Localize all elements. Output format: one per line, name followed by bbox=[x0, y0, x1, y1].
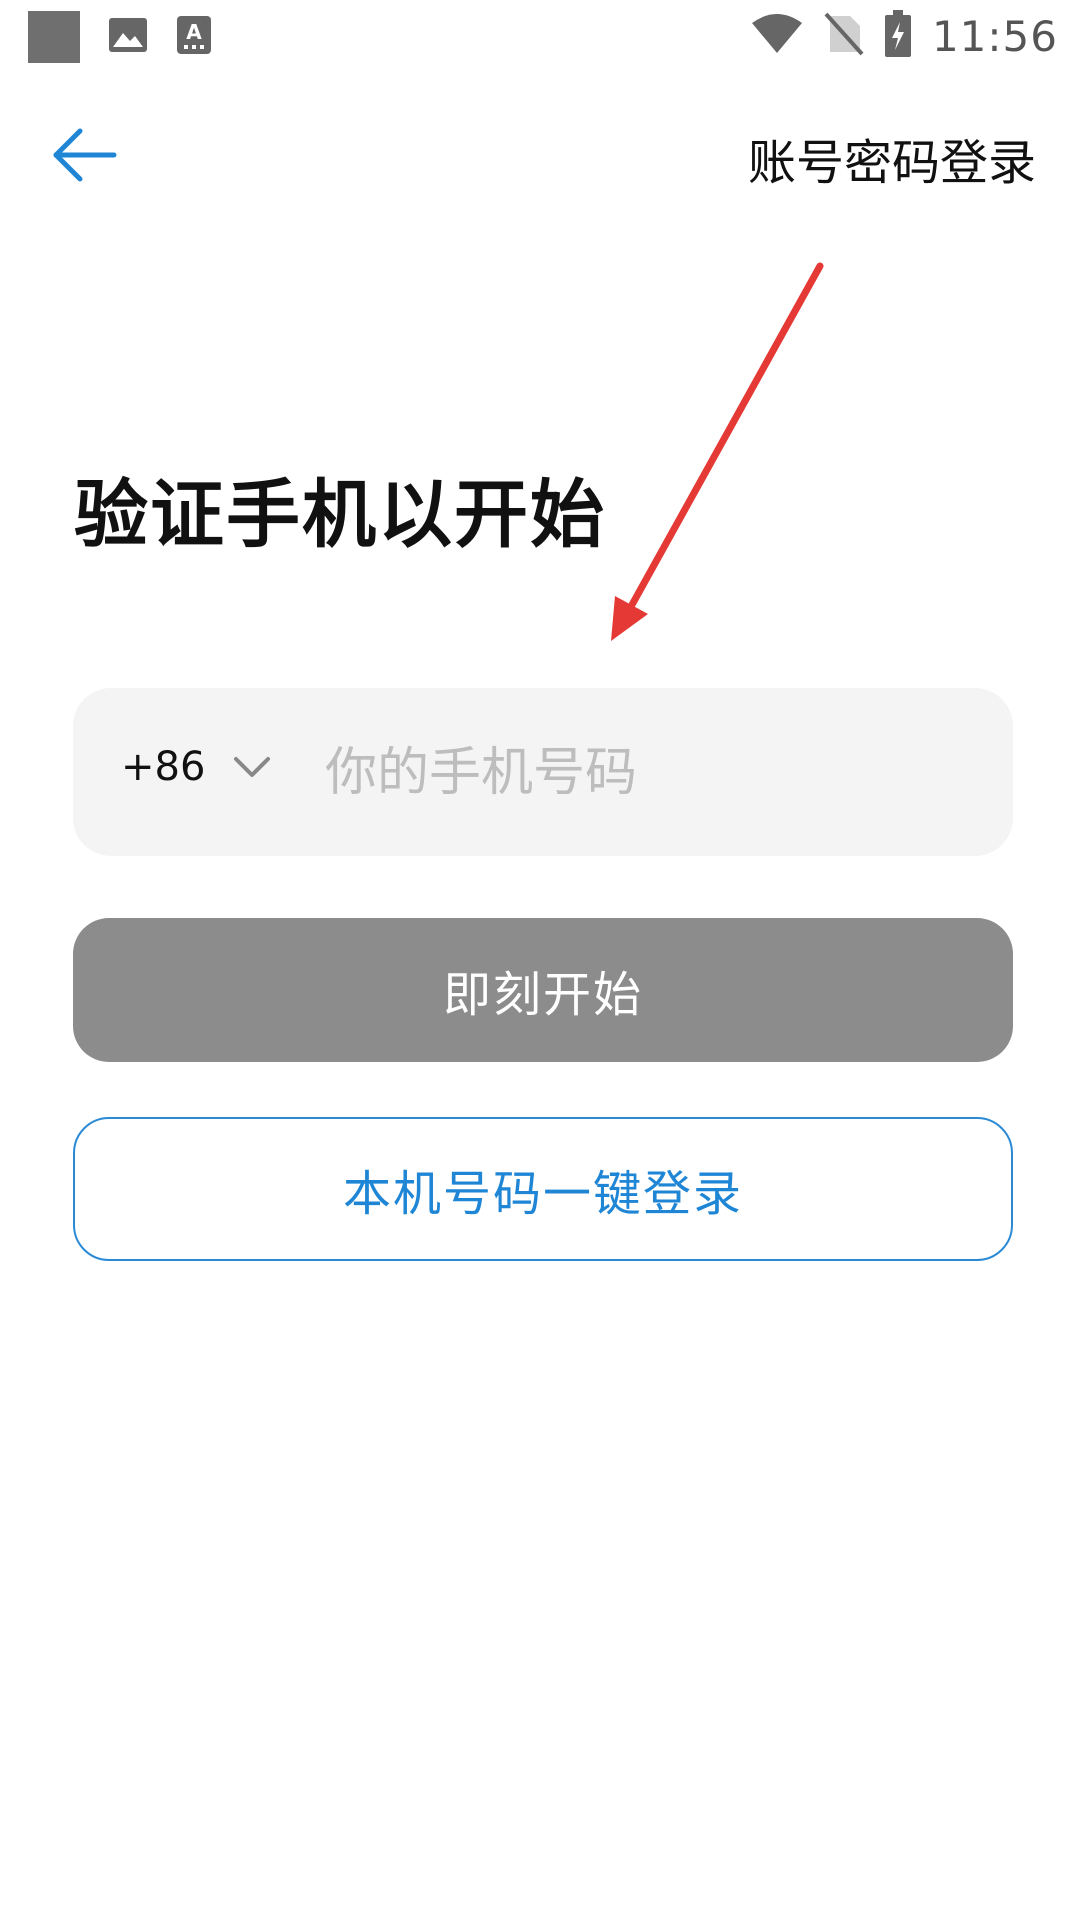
status-bar-left: A bbox=[28, 11, 212, 63]
battery-charging-icon bbox=[884, 10, 912, 62]
gallery-icon bbox=[108, 17, 148, 57]
start-now-button[interactable]: 即刻开始 bbox=[73, 918, 1013, 1062]
country-code-selector[interactable]: +86 bbox=[121, 744, 271, 790]
svg-text:A: A bbox=[186, 20, 202, 44]
wifi-icon bbox=[750, 13, 804, 59]
status-bar: A 11:56 bbox=[0, 0, 1080, 72]
notification-square-icon bbox=[28, 11, 80, 63]
phone-input-container: +86 bbox=[73, 688, 1013, 856]
phone-number-input[interactable] bbox=[323, 722, 967, 824]
keyboard-icon: A bbox=[176, 15, 212, 59]
chevron-down-icon bbox=[234, 757, 271, 777]
one-click-login-button[interactable]: 本机号码一键登录 bbox=[73, 1117, 1013, 1261]
page-title: 验证手机以开始 bbox=[74, 472, 606, 558]
country-code-label: +86 bbox=[121, 744, 206, 790]
no-sim-icon bbox=[824, 12, 864, 60]
arrow-left-icon bbox=[53, 128, 117, 182]
status-bar-right: 11:56 bbox=[750, 8, 1058, 64]
login-screen: A 11:56 账号密码登录 验证手机以开始 +86 你的手机号码 即刻开始 本… bbox=[0, 0, 1080, 1920]
status-time: 11:56 bbox=[931, 11, 1058, 61]
account-password-login-link[interactable]: 账号密码登录 bbox=[748, 123, 1036, 193]
back-button[interactable] bbox=[50, 125, 120, 185]
